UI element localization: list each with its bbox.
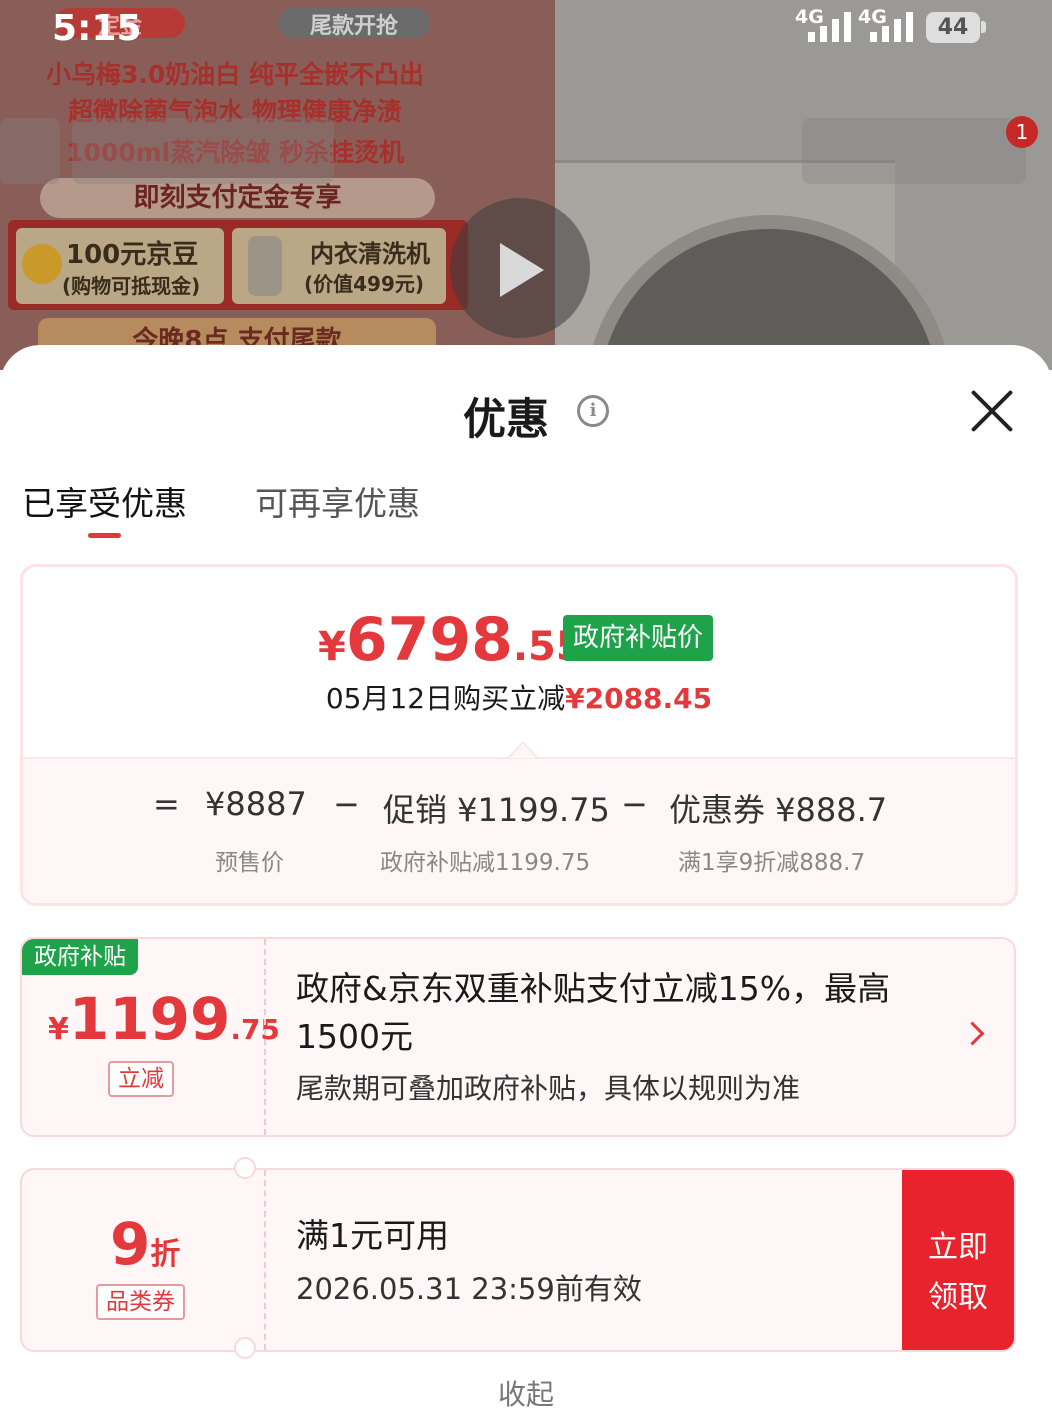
subsidy-note: 尾款期可叠加政府补贴，具体以规则为准 (296, 1072, 801, 1105)
status-bar: 5:15 4G 4G 44 (0, 0, 1052, 60)
status-time: 5:15 (52, 8, 142, 49)
category-coupon-tag: 品类券 (96, 1284, 185, 1320)
minus-sign: − (333, 785, 360, 823)
tab-more-discounts[interactable]: 可再享优惠 (255, 477, 420, 525)
summary-notch-inner (510, 744, 536, 758)
battery-nub (981, 21, 986, 33)
play-icon (500, 243, 544, 297)
coupon-notch-bottom (234, 1337, 256, 1359)
bean-icon (22, 244, 62, 284)
sheet-title: 优惠 (463, 395, 549, 445)
final-price: ¥6798.55 (318, 605, 584, 675)
share-more-buttons[interactable] (802, 118, 1026, 184)
back-button[interactable] (0, 118, 60, 184)
presale-price: ¥8887 (205, 785, 307, 823)
price-breakdown (23, 757, 1015, 903)
category-coupon-card: 9折 品类券 满1元可用 2026.05.31 23:59前有效 立即 领取 (20, 1168, 1016, 1352)
minus-sign: − (621, 785, 648, 823)
gift-card: 100元京豆 (购物可抵现金) (16, 228, 224, 304)
collapse-button[interactable]: 收起 (0, 1373, 1052, 1413)
gift-card: 内衣清洗机 (价值499元) (232, 228, 446, 304)
price-summary-card: ¥6798.55 政府补贴价 05月12日购买立减¥2088.45 = ¥888… (20, 564, 1018, 906)
discount-sheet: 优惠 i 已享受优惠 可再享优惠 ¥6798.55 政府补贴价 05月12日购买… (0, 345, 1052, 1411)
coupon-validity: 2026.05.31 23:59前有效 (296, 1272, 642, 1306)
coupon-amount: 优惠券 ¥888.7 (669, 791, 888, 829)
gov-subsidy-price-tag: 政府补贴价 (563, 615, 714, 661)
battery-icon: 44 (926, 12, 980, 43)
instant-reduce-tag: 立减 (108, 1061, 174, 1097)
gift-sub: (价值499元) (304, 272, 425, 296)
subsidy-description: 政府&京东双重补贴支付立减15%，最高 1500元 (296, 969, 891, 1056)
promo-amount: 促销 ¥1199.75 (383, 791, 610, 829)
gov-subsidy-card[interactable]: 政府补贴 ¥1199.75 立减 政府&京东双重补贴支付立减15%，最高 150… (20, 937, 1016, 1137)
top-tabs[interactable] (72, 118, 334, 184)
close-button[interactable] (968, 387, 1016, 435)
tab-active-indicator (88, 533, 121, 538)
poster-line: 小乌梅3.0奶油白 纯平全嵌不凸出 (46, 60, 424, 89)
claim-coupon-button[interactable]: 立即 领取 (902, 1170, 1014, 1350)
chevron-right-icon[interactable] (960, 1021, 985, 1046)
gift-sub: (购物可抵现金) (62, 274, 201, 298)
coupon-discount: 9折 (110, 1210, 181, 1278)
coupon-label: 满1享9折减888.7 (678, 850, 866, 876)
card-divider (264, 1170, 266, 1350)
card-divider (264, 939, 266, 1135)
coupon-condition: 满1元可用 (296, 1216, 449, 1255)
subsidy-amount: ¥1199.75 (48, 985, 280, 1053)
presale-label: 预售价 (215, 850, 284, 876)
tab-enjoyed-discounts[interactable]: 已享受优惠 (22, 477, 187, 525)
signal-label: 4G (858, 6, 887, 28)
save-line: 05月12日购买立减¥2088.45 (325, 682, 713, 715)
notification-badge: 1 (1006, 116, 1038, 148)
gift-title: 100元京豆 (66, 240, 199, 270)
coupon-notch-top (234, 1157, 256, 1179)
washer-mini-icon (248, 236, 282, 296)
promo-label: 政府补贴减1199.75 (380, 850, 591, 876)
info-icon[interactable]: i (577, 395, 609, 427)
equals-sign: = (153, 785, 180, 823)
poster-banner: 即刻支付定金专享 (40, 178, 435, 218)
signal-label: 4G (795, 6, 824, 28)
gift-title: 内衣清洗机 (310, 240, 430, 268)
gov-subsidy-corner-tag: 政府补贴 (22, 939, 138, 975)
